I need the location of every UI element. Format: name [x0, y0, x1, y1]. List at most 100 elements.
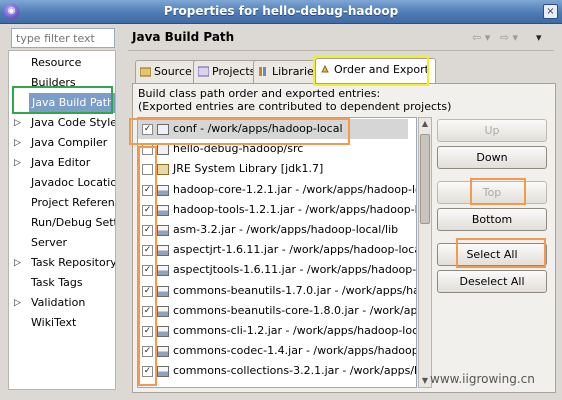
entry-label: commons-codec-1.4.jar - /work/apps/hadoo… [173, 344, 417, 358]
order-export-icon [321, 64, 329, 73]
nav-history[interactable]: ⇦ ▾ ⇨ ▾ [472, 31, 518, 44]
export-checkbox[interactable]: ✓ [142, 124, 153, 135]
folder-icon [157, 124, 169, 135]
entry-label: aspectjtools-1.6.11.jar - /work/apps/had… [173, 263, 417, 277]
sidebar-item-label: WikiText [31, 316, 77, 329]
expand-arrow-icon[interactable]: ▷ [14, 253, 21, 273]
order-description: Build class path order and exported entr… [138, 87, 381, 100]
select-all-button[interactable]: Select All [437, 243, 547, 266]
sidebar-item-label: Task Tags [31, 276, 83, 289]
page-title: Java Build Path [132, 30, 235, 44]
sidebar-item-wikitext[interactable]: WikiText [9, 313, 115, 333]
export-checkbox[interactable]: ✓ [142, 204, 153, 216]
sidebar-item-javadoc-locatio[interactable]: Javadoc Locatio [9, 173, 116, 193]
sidebar-item-run-debug-setti[interactable]: Run/Debug Setti [9, 213, 115, 233]
up-button[interactable]: Up [437, 119, 547, 142]
folder-icon [157, 144, 169, 156]
classpath-entry[interactable]: ✓ commons-beanutils-core-1.8.0.jar - /wor… [138, 301, 416, 321]
library-icon [157, 164, 169, 176]
down-button[interactable]: Down [437, 146, 547, 169]
forward-arrow-icon[interactable]: ⇨ ▾ [500, 31, 518, 44]
expand-arrow-icon[interactable]: ▷ [14, 293, 21, 313]
classpath-entry[interactable]: ✓ commons-beanutils-1.7.0.jar - /work/app… [138, 281, 416, 301]
jar-icon [157, 346, 169, 358]
export-checkbox[interactable]: ✓ [142, 225, 153, 236]
watermark: www.iigrowing.cn [430, 372, 535, 386]
sidebar-item-java-build-path[interactable]: Java Build Path [9, 93, 115, 113]
window-title: Properties for hello-debug-hadoop [163, 4, 399, 18]
classpath-entry[interactable]: ✓ hadoop-tools-1.2.1.jar - /work/apps/had… [138, 200, 416, 220]
classpath-entry[interactable]: ✓ hadoop-core-1.2.1.jar - /work/apps/hado… [138, 180, 416, 200]
sidebar-item-label: Resource [31, 56, 82, 69]
expand-arrow-icon[interactable]: ▷ [14, 113, 21, 133]
sidebar-item-label: Validation [31, 296, 86, 309]
entry-list-scrollbar[interactable]: ▲ ▼ [418, 117, 432, 388]
sidebar-item-project-referenc[interactable]: Project Referenc [9, 193, 116, 213]
export-checkbox[interactable] [142, 164, 153, 176]
jar-icon [157, 326, 169, 337]
export-checkbox[interactable] [142, 144, 153, 156]
export-checkbox[interactable]: ✓ [142, 265, 153, 277]
sidebar-item-label: Project Referenc [31, 196, 116, 209]
libraries-icon [259, 67, 266, 76]
export-checkbox[interactable]: ✓ [142, 305, 153, 317]
scroll-up-icon[interactable]: ▲ [419, 118, 431, 130]
sidebar-item-java-code-style[interactable]: ▷ Java Code Style [9, 113, 116, 133]
classpath-entry[interactable]: ✓ aspectjrt-1.6.11.jar - /work/apps/hadoo… [138, 240, 416, 260]
classpath-entry[interactable]: ✓ commons-cli-1.2.jar - /work/apps/hadoop… [138, 321, 416, 341]
tab-source[interactable]: Source [135, 60, 199, 83]
tab-label: Source [154, 65, 192, 78]
back-arrow-icon[interactable]: ⇦ ▾ [472, 31, 490, 44]
tab-label: Order and Export [334, 63, 429, 76]
sidebar-item-label: Java Code Style [31, 116, 116, 129]
expand-arrow-icon[interactable]: ▷ [14, 153, 21, 173]
classpath-entry[interactable]: ✓ commons-collections-3.2.1.jar - /work/a… [138, 361, 416, 381]
export-checkbox[interactable]: ✓ [142, 326, 153, 337]
classpath-entry[interactable]: JRE System Library [jdk1.7] [138, 159, 408, 179]
sidebar-item-validation[interactable]: ▷ Validation [9, 293, 115, 313]
tab-order-and-export[interactable]: Order and Export [315, 58, 436, 83]
tab-label: Libraries [272, 65, 320, 78]
jar-icon [157, 204, 169, 216]
classpath-entry-list[interactable]: ✓ conf - /work/apps/hadoop-local hello-deb… [137, 117, 417, 388]
sidebar-item-resource[interactable]: Resource [9, 53, 115, 73]
sidebar-item-server[interactable]: Server [9, 233, 115, 253]
classpath-entry[interactable]: ✓ commons-codec-1.4.jar - /work/apps/hado… [138, 341, 416, 361]
export-checkbox[interactable]: ✓ [142, 366, 153, 378]
entry-label: conf - /work/apps/hadoop-local [173, 122, 343, 135]
bottom-button[interactable]: Bottom [437, 208, 547, 231]
scroll-thumb[interactable] [420, 134, 430, 224]
sidebar-item-label: Javadoc Locatio [31, 176, 116, 189]
projects-icon [198, 66, 209, 77]
top-button[interactable]: Top [437, 181, 547, 204]
sidebar-item-task-tags[interactable]: Task Tags [9, 273, 115, 293]
expand-arrow-icon[interactable]: ▷ [14, 133, 21, 153]
source-folder-icon [140, 67, 151, 77]
sidebar-item-java-editor[interactable]: ▷ Java Editor [9, 153, 115, 173]
classpath-entry[interactable]: ✓ asm-3.2.jar - /work/apps/hadoop-local/l… [138, 220, 408, 240]
export-checkbox[interactable]: ✓ [142, 184, 153, 196]
classpath-entry[interactable]: ✓ conf - /work/apps/hadoop-local [138, 119, 408, 139]
sidebar-item-task-repository[interactable]: ▷ Task Repository [9, 253, 116, 273]
close-button[interactable]: × [543, 4, 558, 19]
entry-label: commons-beanutils-core-1.8.0.jar - /work… [173, 303, 417, 317]
classpath-entry[interactable]: ✓ aspectjtools-1.6.11.jar - /work/apps/ha… [138, 260, 416, 280]
entry-label: hello-debug-hadoop/src [173, 142, 304, 156]
tab-label: Projects [212, 65, 256, 78]
sidebar-item-label: Java Compiler [31, 136, 108, 149]
classpath-entry[interactable]: hello-debug-hadoop/src [138, 139, 408, 159]
export-checkbox[interactable]: ✓ [142, 285, 153, 297]
header-divider [128, 50, 554, 51]
deselect-all-button[interactable]: Deselect All [437, 270, 547, 293]
export-checkbox[interactable]: ✓ [142, 346, 153, 358]
entry-label: hadoop-core-1.2.1.jar - /work/apps/hadoo… [173, 182, 417, 196]
export-checkbox[interactable]: ✓ [142, 245, 153, 257]
sidebar-item-builders[interactable]: Builders [9, 73, 115, 93]
export-description: (Exported entries are contributed to dep… [138, 100, 452, 113]
sidebar-item-java-compiler[interactable]: ▷ Java Compiler [9, 133, 115, 153]
sidebar-item-label: Task Repository [31, 256, 116, 269]
tab-projects[interactable]: Projects [193, 60, 263, 83]
filter-input[interactable] [11, 28, 115, 48]
view-menu-icon[interactable]: ▾ [536, 31, 542, 44]
entry-label: commons-beanutils-1.7.0.jar - /work/apps… [173, 283, 416, 297]
